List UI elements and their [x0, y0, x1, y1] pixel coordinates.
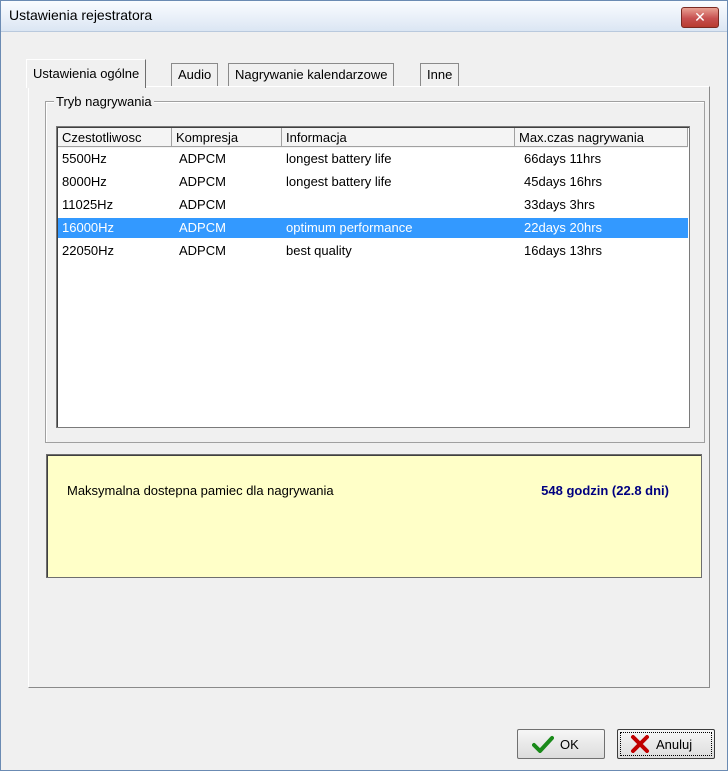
ok-button[interactable]: OK [517, 729, 605, 759]
cell-information: optimum performance [286, 220, 413, 235]
cell-max-time: 16days 13hrs [524, 243, 603, 258]
ok-label: OK [560, 737, 579, 752]
table-row[interactable]: 22050Hz ADPCM best quality 16days 13hrs [58, 241, 688, 261]
window-title: Ustawienia rejestratora [9, 7, 153, 23]
cell-information: best quality [286, 243, 352, 258]
column-header-information[interactable]: Informacja [282, 128, 515, 147]
group-label: Tryb nagrywania [54, 94, 154, 109]
memory-info-panel: Maksymalna dostepna pamiec dla nagrywani… [46, 454, 702, 578]
max-memory-label: Maksymalna dostepna pamiec dla nagrywani… [67, 483, 334, 498]
tab-label: Audio [178, 67, 212, 82]
x-mark-icon [631, 735, 649, 753]
column-header-compression[interactable]: Kompresja [172, 128, 282, 147]
table-row[interactable]: 5500Hz ADPCM longest battery life 66days… [58, 149, 688, 169]
cancel-button[interactable]: Anuluj [617, 729, 715, 759]
cell-frequency: 11025Hz [62, 197, 114, 212]
tab-label: Ustawienia ogólne [33, 66, 140, 81]
cell-frequency: 22050Hz [62, 243, 115, 258]
close-icon: ✕ [694, 9, 706, 25]
cell-information: longest battery life [286, 151, 392, 166]
max-memory-value: 548 godzin (22.8 dni) [541, 483, 669, 498]
cell-compression: ADPCM [179, 220, 226, 235]
tab-label: Nagrywanie kalendarzowe [235, 67, 388, 82]
cell-compression: ADPCM [179, 151, 226, 166]
tab-calendar-recording[interactable]: Nagrywanie kalendarzowe [228, 63, 395, 87]
cell-max-time: 33days 3hrs [524, 197, 595, 212]
cell-compression: ADPCM [179, 243, 226, 258]
list-header: Czestotliwosc Kompresja Informacja Max.c… [58, 128, 688, 148]
close-button[interactable]: ✕ [681, 7, 719, 28]
tab-audio[interactable]: Audio [171, 63, 219, 87]
recording-mode-list[interactable]: Czestotliwosc Kompresja Informacja Max.c… [56, 126, 690, 428]
cell-frequency: 16000Hz [62, 220, 115, 235]
cell-max-time: 66days 11hrs [524, 151, 602, 166]
cell-compression: ADPCM [179, 174, 226, 189]
tab-general[interactable]: Ustawienia ogólne [26, 59, 147, 88]
table-row[interactable]: 11025Hz ADPCM 33days 3hrs [58, 195, 688, 215]
column-header-frequency[interactable]: Czestotliwosc [58, 128, 172, 147]
table-row-selected[interactable]: 16000Hz ADPCM optimum performance 22days… [58, 218, 688, 238]
cell-information: longest battery life [286, 174, 392, 189]
cell-frequency: 5500Hz [62, 151, 107, 166]
checkmark-icon [532, 736, 554, 753]
title-bar[interactable]: Ustawienia rejestratora ✕ [1, 1, 727, 32]
tab-other[interactable]: Inne [420, 63, 460, 87]
cancel-label: Anuluj [656, 737, 693, 752]
cell-compression: ADPCM [179, 197, 226, 212]
cell-frequency: 8000Hz [62, 174, 107, 189]
cell-max-time: 45days 16hrs [524, 174, 603, 189]
column-header-max-recording-time[interactable]: Max.czas nagrywania [515, 128, 688, 147]
tab-label: Inne [427, 67, 453, 82]
cell-max-time: 22days 20hrs [524, 220, 603, 235]
table-row[interactable]: 8000Hz ADPCM longest battery life 45days… [58, 172, 688, 192]
